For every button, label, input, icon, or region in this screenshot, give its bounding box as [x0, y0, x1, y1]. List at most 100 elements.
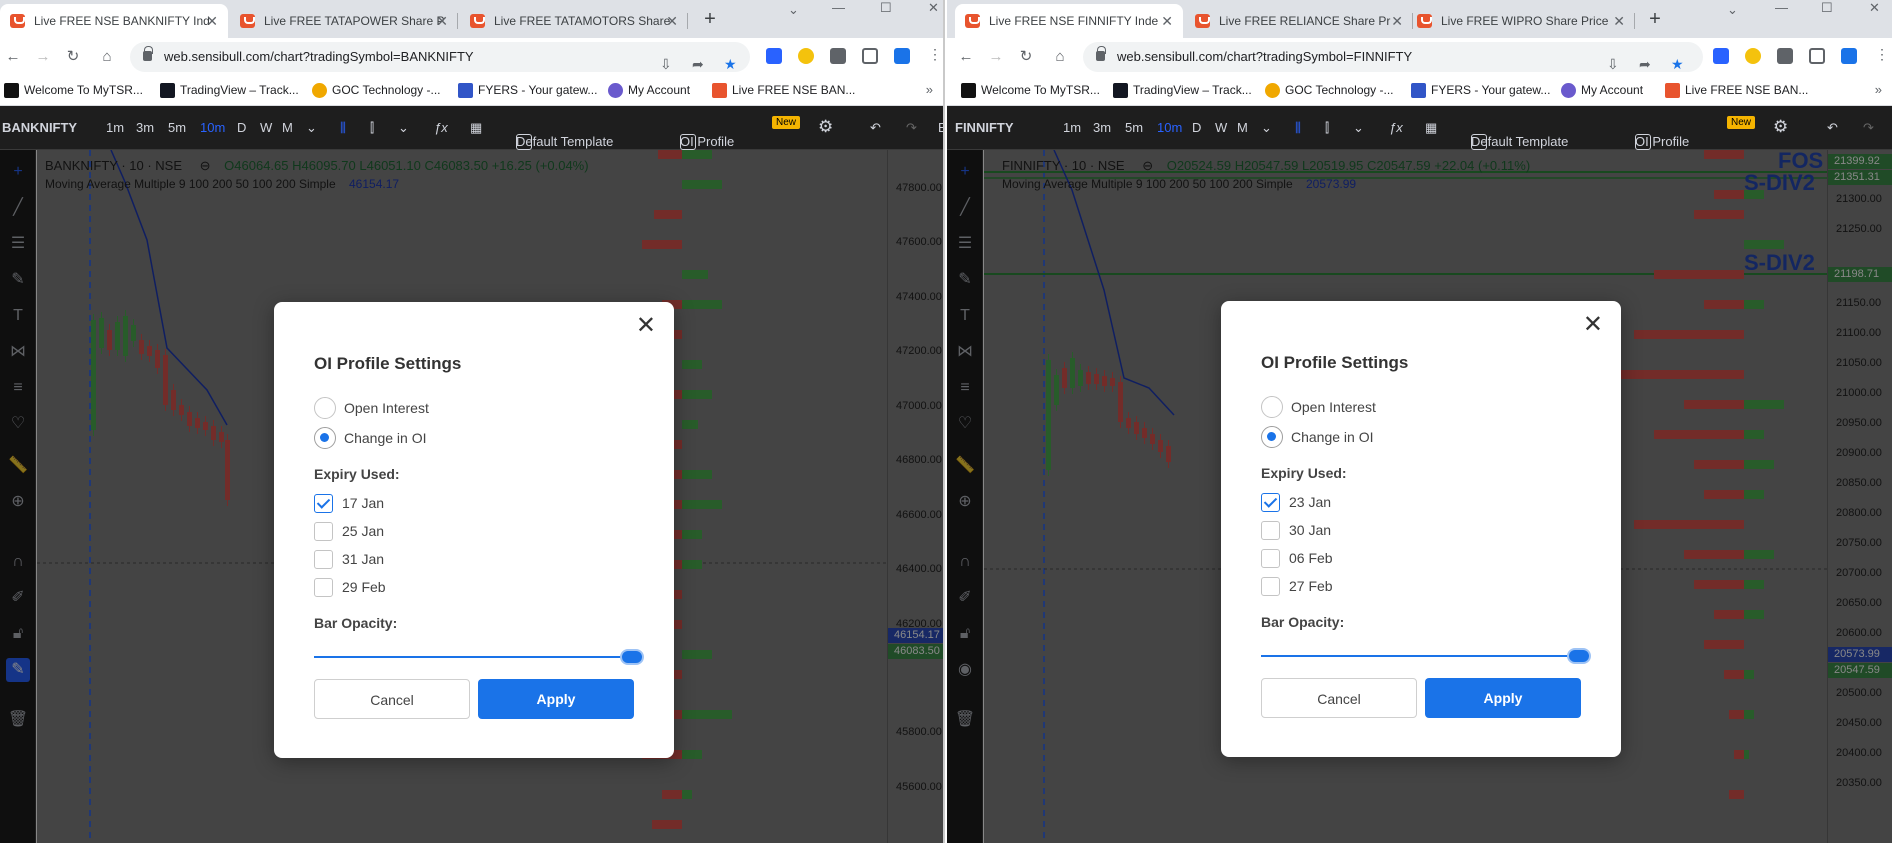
undo-icon[interactable]: ↶	[870, 120, 881, 136]
timeframe-m[interactable]: M	[282, 120, 293, 135]
bookmark-item[interactable]: GOC Technology -...	[1265, 83, 1394, 98]
indicators-bar-icon[interactable]: ⫿	[1325, 120, 1329, 136]
bookmark-item[interactable]: My Account	[608, 83, 690, 98]
timeframe-1m[interactable]: 1m	[1063, 120, 1081, 135]
side-panel-icon[interactable]	[862, 48, 878, 64]
forward-icon[interactable]: →	[985, 46, 1007, 68]
undo-icon[interactable]: ↶	[1827, 120, 1838, 136]
new-tab-button[interactable]: +	[1641, 4, 1669, 34]
redo-icon[interactable]: ↷	[1863, 120, 1874, 136]
bookmark-item[interactable]: Live FREE NSE BAN...	[712, 83, 855, 98]
bar-opacity-slider[interactable]	[314, 647, 644, 667]
close-tab-icon[interactable]: ✕	[1391, 4, 1403, 38]
maximize-icon[interactable]: ☐	[880, 0, 892, 20]
timeframe-d[interactable]: D	[237, 120, 246, 135]
candle-style-icon[interactable]: ⫼	[1295, 120, 1301, 136]
expiry-checkbox[interactable]: 27 Feb	[1261, 576, 1333, 596]
minimize-icon[interactable]: —	[1775, 0, 1788, 20]
symbol-label[interactable]: BANKNIFTY	[2, 120, 77, 135]
home-icon[interactable]: ⌂	[1049, 46, 1071, 68]
timeframe-10m[interactable]: 10m	[200, 120, 225, 135]
address-bar[interactable]: web.sensibull.com/chart?tradingSymbol=FI…	[1083, 42, 1703, 72]
extension-shield-icon[interactable]	[1713, 48, 1729, 64]
tab-finnifty[interactable]: Live FREE NSE FINNIFTY Inde ✕	[955, 4, 1183, 38]
bookmark-item[interactable]: Live FREE NSE BAN...	[1665, 83, 1808, 98]
fx-indicators-icon[interactable]: ƒx	[434, 120, 448, 135]
symbol-label[interactable]: FINNIFTY	[955, 120, 1014, 135]
cancel-button[interactable]: Cancel	[1261, 678, 1417, 718]
expiry-checkbox[interactable]: 23 Jan	[1261, 492, 1331, 512]
bookmark-item[interactable]: TradingView – Track...	[1113, 83, 1252, 98]
install-icon[interactable]: ⇩	[660, 49, 672, 79]
expiry-checkbox[interactable]: 29 Feb	[314, 577, 386, 597]
extensions-puzzle-icon[interactable]	[1777, 48, 1793, 64]
timeframe-d[interactable]: D	[1192, 120, 1201, 135]
cancel-button[interactable]: Cancel	[314, 679, 470, 719]
tab-tatapower[interactable]: Live FREE TATAPOWER Share P ✕	[230, 4, 458, 38]
bookmark-item[interactable]: Welcome To MyTSR...	[4, 83, 143, 98]
more-bookmarks-icon[interactable]: »	[926, 82, 933, 97]
extension-check-icon[interactable]	[1841, 48, 1857, 64]
back-icon[interactable]: ←	[955, 46, 977, 68]
apply-button[interactable]: Apply	[478, 679, 634, 719]
extensions-puzzle-icon[interactable]	[830, 48, 846, 64]
chevron-down-icon[interactable]: ⌄	[788, 2, 799, 22]
radio-change-in-oi[interactable]: Change in OI	[1261, 426, 1374, 448]
chevron-down-icon[interactable]: ⌄	[306, 120, 317, 136]
close-icon[interactable]: ✕	[636, 314, 656, 338]
bookmark-item[interactable]: GOC Technology -...	[312, 83, 441, 98]
chevron-down-icon[interactable]: ⌄	[1261, 120, 1272, 136]
layout-grid-icon[interactable]: ▦	[470, 120, 482, 136]
extension-face-icon[interactable]	[798, 48, 814, 64]
reload-icon[interactable]: ↻	[1015, 46, 1037, 68]
bookmark-star-icon[interactable]: ★	[724, 49, 737, 79]
chevron-down-icon[interactable]: ⌄	[398, 120, 409, 136]
address-bar[interactable]: web.sensibull.com/chart?tradingSymbol=BA…	[130, 42, 750, 72]
chevron-down-icon[interactable]: ⌄	[1727, 2, 1738, 22]
menu-icon[interactable]: ⋮	[1875, 46, 1889, 63]
timeframe-m[interactable]: M	[1237, 120, 1248, 135]
bookmark-item[interactable]: My Account	[1561, 83, 1643, 98]
tab-tatamotors[interactable]: Live FREE TATAMOTORS Share ✕	[460, 4, 688, 38]
expiry-checkbox[interactable]: 17 Jan	[314, 493, 384, 513]
forward-icon[interactable]: →	[32, 46, 54, 68]
more-bookmarks-icon[interactable]: »	[1875, 82, 1882, 97]
expiry-checkbox[interactable]: 31 Jan	[314, 549, 384, 569]
extension-check-icon[interactable]	[894, 48, 910, 64]
radio-open-interest[interactable]: Open Interest	[314, 397, 429, 419]
maximize-icon[interactable]: ☐	[1821, 0, 1833, 20]
share-icon[interactable]: ➦	[1639, 49, 1651, 79]
timeframe-5m[interactable]: 5m	[168, 120, 186, 135]
expiry-checkbox[interactable]: 06 Feb	[1261, 548, 1333, 568]
settings-gear-icon[interactable]: ⚙	[818, 117, 833, 137]
side-panel-icon[interactable]	[1809, 48, 1825, 64]
bookmark-item[interactable]: FYERS - Your gatew...	[458, 83, 597, 98]
expiry-checkbox[interactable]: 30 Jan	[1261, 520, 1331, 540]
close-icon[interactable]: ✕	[1583, 313, 1603, 337]
timeframe-3m[interactable]: 3m	[1093, 120, 1111, 135]
timeframe-w[interactable]: W	[1215, 120, 1227, 135]
tab-wipro[interactable]: Live FREE WIPRO Share Price ✕	[1407, 4, 1635, 38]
timeframe-1m[interactable]: 1m	[106, 120, 124, 135]
slider-knob[interactable]	[1567, 648, 1591, 664]
bar-opacity-slider[interactable]	[1261, 646, 1591, 666]
timeframe-w[interactable]: W	[260, 120, 272, 135]
new-tab-button[interactable]: +	[696, 4, 724, 34]
back-icon[interactable]: ←	[2, 46, 24, 68]
install-icon[interactable]: ⇩	[1607, 49, 1619, 79]
tab-reliance[interactable]: Live FREE RELIANCE Share Pr ✕	[1185, 4, 1413, 38]
tab-banknifty[interactable]: Live FREE NSE BANKNIFTY Ind ✕	[0, 4, 228, 38]
reload-icon[interactable]: ↻	[62, 46, 84, 68]
apply-button[interactable]: Apply	[1425, 678, 1581, 718]
timeframe-5m[interactable]: 5m	[1125, 120, 1143, 135]
expiry-checkbox[interactable]: 25 Jan	[314, 521, 384, 541]
redo-icon[interactable]: ↷	[906, 120, 917, 136]
radio-change-in-oi[interactable]: Change in OI	[314, 427, 427, 449]
settings-gear-icon[interactable]: ⚙	[1773, 117, 1788, 137]
close-tab-icon[interactable]: ✕	[206, 4, 218, 38]
layout-grid-icon[interactable]: ▦	[1425, 120, 1437, 136]
home-icon[interactable]: ⌂	[96, 46, 118, 68]
fx-indicators-icon[interactable]: ƒx	[1389, 120, 1403, 135]
indicators-bar-icon[interactable]: ⫿	[370, 120, 374, 136]
close-tab-icon[interactable]: ✕	[666, 4, 678, 38]
